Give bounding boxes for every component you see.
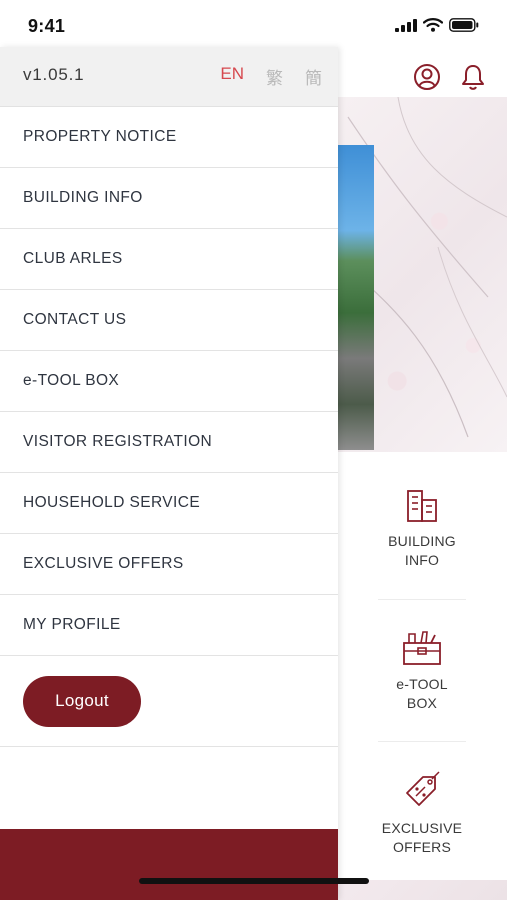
logout-button[interactable]: Logout: [23, 675, 141, 727]
menu-item-e-tool-box[interactable]: e-TOOL BOX: [0, 351, 338, 412]
drawer-footer-bar: [0, 829, 338, 900]
menu-item-my-profile[interactable]: MY PROFILE: [0, 595, 338, 656]
toolbox-icon: [403, 630, 441, 665]
building-photo: [338, 145, 374, 450]
profile-icon[interactable]: [412, 62, 442, 92]
language-option-traditional-chinese[interactable]: 繁: [266, 64, 283, 89]
drawer-header: v1.05.1 EN 繁 簡: [0, 47, 338, 107]
home-indicator[interactable]: [139, 878, 369, 884]
battery-icon: [449, 18, 479, 32]
quick-link-label: EXCLUSIVE OFFERS: [381, 820, 463, 855]
logout-section: Logout: [0, 656, 338, 747]
menu-item-club-arles[interactable]: CLUB ARLES: [0, 229, 338, 290]
language-switcher: EN 繁 簡: [220, 64, 322, 89]
menu-item-visitor-registration[interactable]: VISITOR REGISTRATION: [0, 412, 338, 473]
quick-link-label: e-TOOL BOX: [396, 675, 448, 711]
quick-link-building-info[interactable]: BUILDING INFO: [378, 458, 466, 600]
quick-links: BUILDING INFO e-TOOL BOX EXCLUSIVE OFFER…: [378, 458, 466, 884]
quick-link-e-tool-box[interactable]: e-TOOL BOX: [378, 600, 466, 742]
cellular-signal-icon: [395, 18, 417, 32]
app-version: v1.05.1: [23, 65, 85, 84]
menu-item-contact-us[interactable]: CONTACT US: [0, 290, 338, 351]
status-bar: 9:41: [0, 0, 507, 47]
tag-icon: [406, 771, 440, 806]
status-time: 9:41: [28, 16, 66, 36]
menu-item-household-service[interactable]: HOUSEHOLD SERVICE: [0, 473, 338, 534]
quick-link-exclusive-offers[interactable]: EXCLUSIVE OFFERS: [378, 742, 466, 884]
menu-item-building-info[interactable]: BUILDING INFO: [0, 168, 338, 229]
language-option-en[interactable]: EN: [220, 64, 244, 89]
menu-item-property-notice[interactable]: PROPERTY NOTICE: [0, 107, 338, 168]
quick-link-label: BUILDING INFO: [388, 532, 456, 568]
wifi-icon: [423, 18, 443, 32]
bell-icon[interactable]: [458, 62, 488, 92]
menu-item-exclusive-offers[interactable]: EXCLUSIVE OFFERS: [0, 534, 338, 595]
side-drawer-menu: v1.05.1 EN 繁 簡 PROPERTY NOTICE BUILDING …: [0, 47, 338, 900]
language-option-simplified-chinese[interactable]: 簡: [305, 64, 322, 89]
building-icon: [407, 489, 437, 522]
